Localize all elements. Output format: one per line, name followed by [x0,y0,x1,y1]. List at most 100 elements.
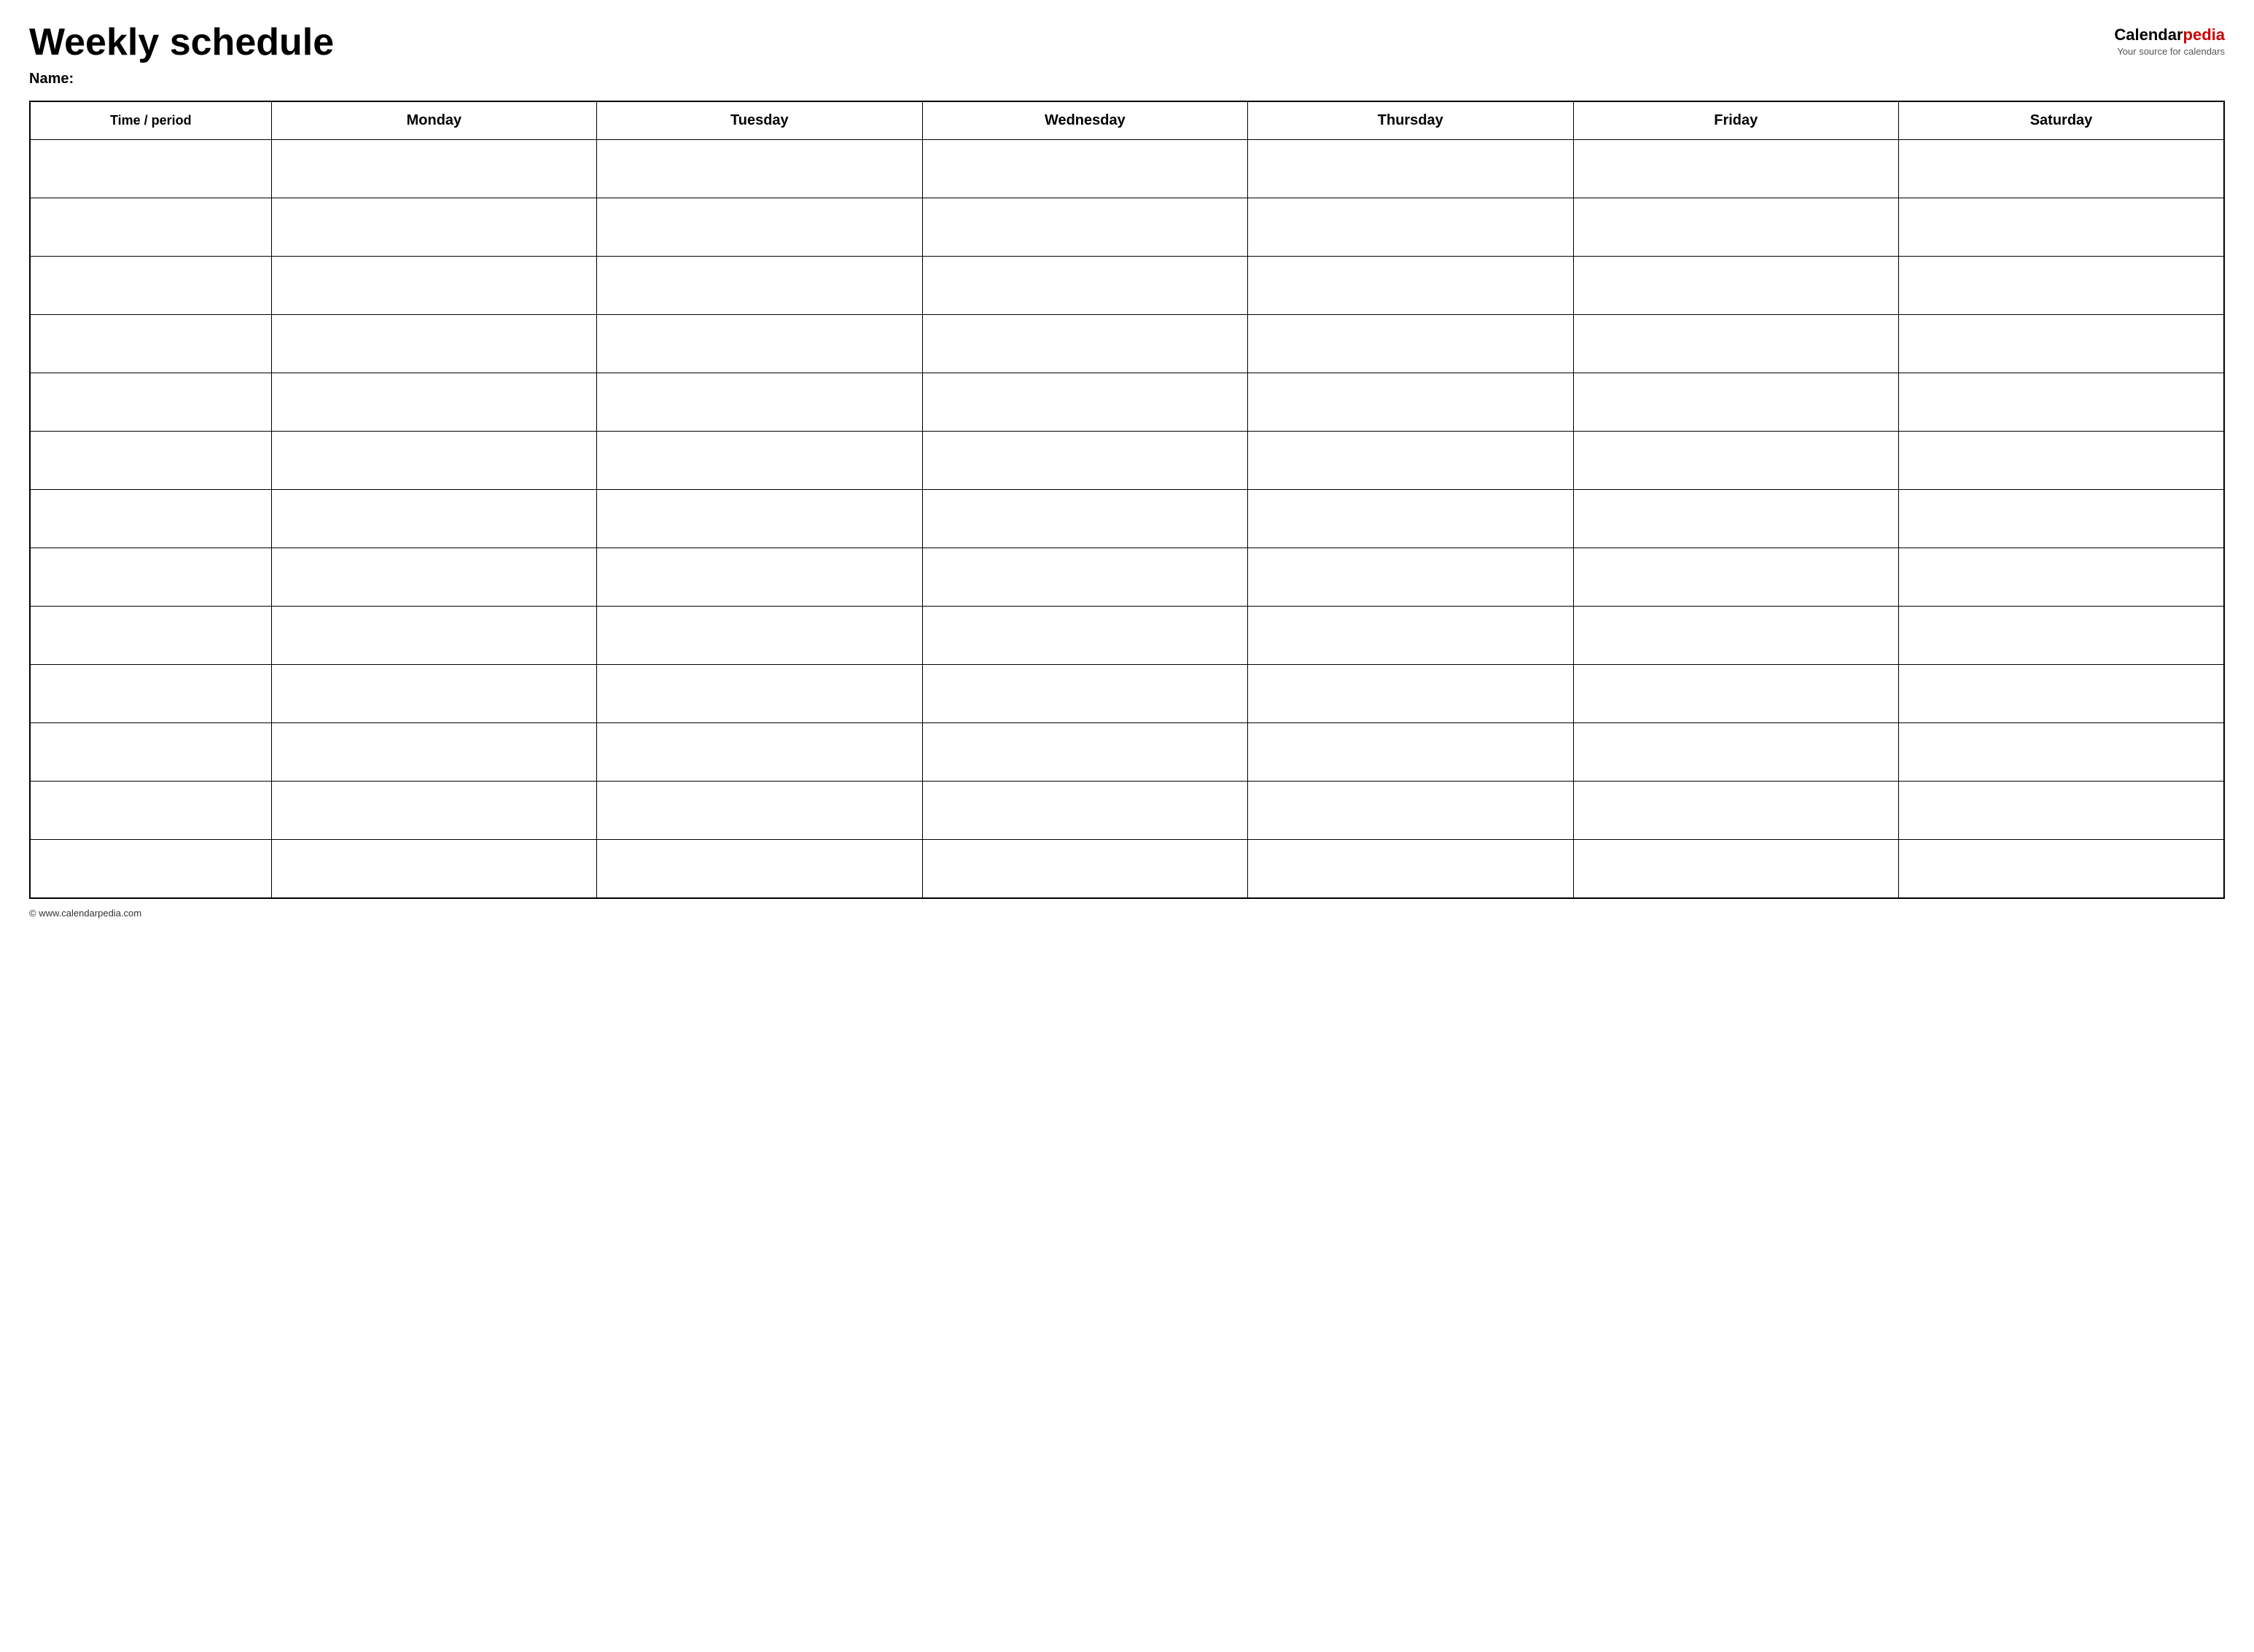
time-cell [30,315,271,373]
table-row [30,373,2224,432]
day-cell [271,723,596,782]
logo-container: Calendarpedia Your source for calendars [2114,26,2225,57]
day-cell [271,257,596,315]
day-cell [922,257,1247,315]
day-cell [922,490,1247,548]
day-cell [1573,782,1898,840]
col-header-friday: Friday [1573,101,1898,140]
day-cell [1899,665,2225,723]
day-cell [597,607,922,665]
day-cell [597,373,922,432]
page-title: Weekly schedule [29,22,334,63]
table-row [30,607,2224,665]
table-row [30,315,2224,373]
day-cell [271,373,596,432]
col-header-thursday: Thursday [1248,101,1573,140]
table-row [30,665,2224,723]
day-cell [1573,140,1898,198]
day-cell [922,782,1247,840]
day-cell [1899,840,2225,898]
name-label: Name: [29,71,2225,87]
day-cell [922,432,1247,490]
day-cell [1899,782,2225,840]
time-cell [30,257,271,315]
day-cell [597,665,922,723]
day-cell [922,607,1247,665]
day-cell [1573,315,1898,373]
day-cell [1573,490,1898,548]
time-cell [30,432,271,490]
table-row [30,782,2224,840]
day-cell [1573,548,1898,607]
day-cell [597,548,922,607]
day-cell [1573,607,1898,665]
time-cell [30,782,271,840]
day-cell [1573,840,1898,898]
day-cell [597,140,922,198]
logo-subtitle: Your source for calendars [2117,46,2225,57]
day-cell [271,548,596,607]
day-cell [922,548,1247,607]
table-row [30,198,2224,257]
day-cell [1248,257,1573,315]
col-header-monday: Monday [271,101,596,140]
footer-text: © www.calendarpedia.com [29,908,141,919]
table-row [30,432,2224,490]
col-header-tuesday: Tuesday [597,101,922,140]
day-cell [1899,198,2225,257]
day-cell [1248,198,1573,257]
time-cell [30,548,271,607]
day-cell [1248,432,1573,490]
day-cell [922,665,1247,723]
day-cell [1573,198,1898,257]
day-cell [1248,490,1573,548]
day-cell [271,198,596,257]
day-cell [1573,373,1898,432]
day-cell [1248,607,1573,665]
footer: © www.calendarpedia.com [29,908,2225,919]
day-cell [1899,315,2225,373]
table-row [30,490,2224,548]
day-cell [922,373,1247,432]
table-row [30,548,2224,607]
day-cell [271,607,596,665]
day-cell [1899,607,2225,665]
day-cell [271,315,596,373]
day-cell [1899,490,2225,548]
day-cell [597,432,922,490]
col-header-saturday: Saturday [1899,101,2225,140]
time-cell [30,198,271,257]
time-cell [30,840,271,898]
col-header-time: Time / period [30,101,271,140]
day-cell [597,723,922,782]
time-cell [30,607,271,665]
day-cell [1573,723,1898,782]
day-cell [597,782,922,840]
day-cell [1899,140,2225,198]
day-cell [597,315,922,373]
day-cell [271,140,596,198]
day-cell [1899,723,2225,782]
day-cell [1899,257,2225,315]
day-cell [1899,373,2225,432]
time-cell [30,723,271,782]
day-cell [597,490,922,548]
logo-text: Calendarpedia [2114,26,2225,44]
table-header-row: Time / period Monday Tuesday Wednesday T… [30,101,2224,140]
day-cell [922,840,1247,898]
day-cell [922,723,1247,782]
day-cell [1899,432,2225,490]
time-cell [30,490,271,548]
logo-calendar: Calendar [2114,26,2183,44]
day-cell [922,315,1247,373]
day-cell [597,198,922,257]
day-cell [922,140,1247,198]
schedule-table: Time / period Monday Tuesday Wednesday T… [29,101,2225,899]
day-cell [1248,548,1573,607]
day-cell [1248,840,1573,898]
day-cell [1248,315,1573,373]
day-cell [597,257,922,315]
day-cell [1248,140,1573,198]
time-cell [30,373,271,432]
day-cell [922,198,1247,257]
